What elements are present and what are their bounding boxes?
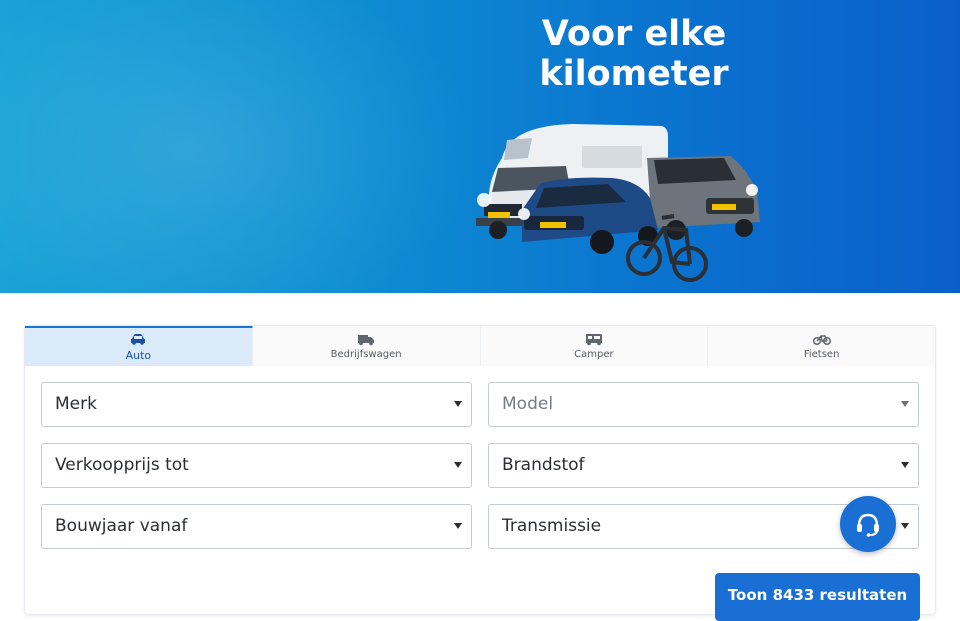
model-label: Model (502, 394, 554, 414)
camper-icon (585, 334, 602, 346)
model-select[interactable]: Model (488, 382, 919, 427)
vehicles-illustration (476, 124, 760, 282)
chevron-down-icon (901, 462, 909, 468)
van-icon (358, 335, 375, 346)
bicycle-icon (812, 335, 831, 346)
car-icon (131, 334, 146, 345)
chevron-down-icon (454, 401, 462, 407)
hero-title-line2: kilometer (539, 54, 729, 94)
hero-glow (0, 0, 480, 293)
headset-icon (857, 513, 879, 537)
hero-banner: Voor elke kilometer (0, 0, 960, 293)
tab-bedrijfswagen-label: Bedrijfswagen (330, 349, 402, 360)
chevron-down-icon (901, 401, 909, 407)
chevron-down-icon (454, 523, 462, 529)
bouwjaar-label: Bouwjaar vanaf (55, 516, 188, 536)
hero-title: Voor elke kilometer (500, 14, 768, 94)
tab-camper-label: Camper (574, 349, 614, 360)
merk-label: Merk (55, 394, 97, 414)
tab-fietsen-label: Fietsen (803, 349, 840, 360)
hero-title-line1: Voor elke (541, 14, 727, 54)
verkoopprijs-select[interactable]: Verkoopprijs tot (41, 443, 472, 488)
merk-select[interactable]: Merk (41, 382, 472, 427)
vehicle-type-tabs: Auto Bedrijfswagen Camper Fietsen (25, 326, 935, 366)
bouwjaar-select[interactable]: Bouwjaar vanaf (41, 504, 472, 549)
verkoopprijs-label: Verkoopprijs tot (55, 455, 189, 475)
tab-auto-label: Auto (125, 349, 152, 362)
chevron-down-icon (901, 523, 909, 529)
tab-camper[interactable]: Camper (480, 326, 709, 366)
brandstof-select[interactable]: Brandstof (488, 443, 919, 488)
chat-support-button[interactable] (840, 496, 896, 552)
show-results-button[interactable]: Toon 8433 resultaten (715, 573, 920, 621)
transmissie-label: Transmissie (502, 516, 602, 536)
tab-bedrijfswagen[interactable]: Bedrijfswagen (252, 326, 481, 366)
tab-fietsen[interactable]: Fietsen (708, 326, 935, 366)
tab-auto[interactable]: Auto (25, 326, 253, 366)
search-panel: Auto Bedrijfswagen Camper Fietsen Merk M… (24, 325, 936, 621)
chevron-down-icon (454, 462, 462, 468)
brandstof-label: Brandstof (502, 455, 585, 475)
